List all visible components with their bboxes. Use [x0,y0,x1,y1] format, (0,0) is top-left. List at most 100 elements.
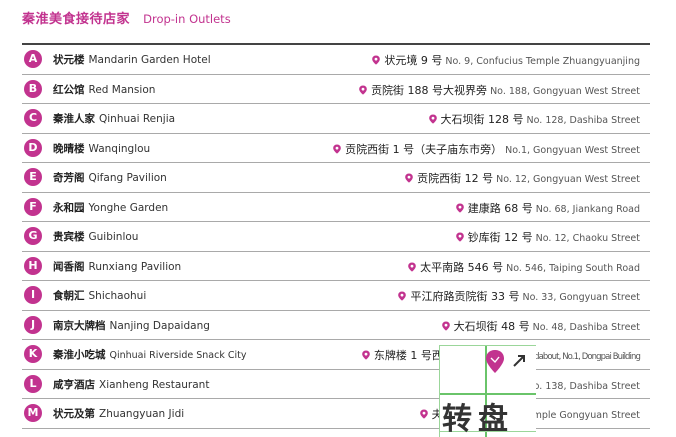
outlet-address: 钞库街 12 号 No. 12, Chaoku Street [455,229,640,245]
address-english: No. 128, Dashiba Street [526,115,640,126]
map-label: 转盘 [442,402,514,436]
outlet-row: G 贵宾楼 Guibinlou 钞库街 12 号 No. 12, Chaoku Stre… [22,222,650,252]
outlet-name-english: Guibinlou [88,231,139,243]
outlet-name-english: Xianheng Restaurant [99,378,210,391]
page-title: 秦淮美食接待店家 Drop-in Outlets [22,8,231,27]
letter-badge: A [24,50,42,68]
address-english: No. 138, Dashiba Street [526,380,640,392]
outlet-row: C 秦淮人家 Qinhuai Renjia 大石坝街 128 号 No. 128, Da… [22,104,650,134]
outlet-name-english: Qinhuai Riverside Snack City [109,350,247,361]
address-english: No. 68, Jiankang Road [535,203,640,215]
location-pin-icon [407,262,417,272]
outlet-address: 状元境 9 号 No. 9, Confucius Temple Zhuangyua… [371,52,640,68]
address-english: No. 546, Taiping South Road [506,262,640,274]
outlet-name-chinese: 咸亨酒店 [53,378,95,391]
map-road-horizontal [440,393,536,395]
outlet-name-chinese: 南京大牌档 [53,319,106,332]
address-english: No. 12, Chaoku Street [535,233,640,244]
outlet-name-english: Yonghe Garden [88,201,169,214]
outlet-name-english: Shichaohui [88,290,147,302]
outlet-row: I 食朝汇 Shichaohui 平江府路贡院街 33 号 No. 33, Gongyu… [22,281,650,311]
address-chinese: 贡院街 188 号大视界旁 [371,83,488,97]
outlet-name-chinese: 秦淮人家 [53,113,95,125]
outlet-name: 状元及第 Zhuangyuan Jidi [53,406,184,421]
outlet-name-english: Mandarin Garden Hotel [88,54,211,66]
address-english: No.1, Gongyuan West Street [505,144,640,156]
outlet-row: M状元及第Zhuangyuan Jidi夫子庙贡院街 97 号mple Gong… [22,399,650,429]
outlet-address: 贡院西街 12 号 No. 12, Gongyuan West Street [404,170,640,186]
outlet-row: F 永和园 Yonghe Garden 建康路 68 号 No. 68, Jiankan… [22,193,650,222]
location-pin-icon [397,291,407,301]
outlet-name-chinese: 奇芳阁 [53,172,85,184]
outlet-name-english: Wanqinglou [88,142,151,155]
address-english: No. 188, Gongyuan West Street [490,85,640,97]
outlet-name-chinese: 永和园 [53,201,85,214]
address-chinese: 钞库街 12 号 [467,231,533,244]
outlet-name: 状元楼 Mandarin Garden Hotel [53,52,211,67]
outlet-row: J 南京大牌档 Nanjing Dapaidang 大石坝街 48 号 No. 48, … [22,311,650,340]
letter-badge: J [24,315,42,334]
outlet-name: 晚晴楼 Wanqinglou [53,141,150,156]
outlet-row: E 奇芳阁 Qifang Pavilion 贡院西街 12 号 No. 12, Gong… [22,163,650,193]
outlet-name: 咸亨酒店 Xianheng Restaurant [53,377,209,392]
outlet-name: 南京大牌档 Nanjing Dapaidang [53,318,210,333]
outlet-name-english: Zhuangyuan Jidi [99,408,185,420]
outlet-address: 平江府路贡院街 33 号 No. 33, Gongyuan Street [397,288,640,304]
letter-badge: G [24,227,42,245]
outlet-row: H 闻香阁 Runxiang Pavilion 太平南路 546 号 No. 546, … [22,252,650,281]
location-pin-icon [441,321,451,331]
outlet-name-english: Qifang Pavilion [88,172,167,184]
outlet-name: 奇芳阁 Qifang Pavilion [53,170,167,185]
outlet-name-chinese: 状元及第 [53,408,95,420]
outlet-list: A 状元楼 Mandarin Garden Hotel 状元境 9 号 No. 9, C… [22,45,650,429]
outlet-name: 永和园 Yonghe Garden [53,200,168,215]
letter-badge: H [24,256,42,275]
outlet-name: 贵宾楼 Guibinlou [53,229,138,244]
outlet-name: 闻香阁 Runxiang Pavilion [53,259,181,274]
letter-badge: I [24,286,42,304]
address-english: No. 9, Confucius Temple Zhuangyuanjing [445,56,640,67]
outlet-row: D 晚晴楼 Wanqinglou 贡院西街 1 号（夫子庙东市旁） No.1, Gong… [22,134,650,163]
address-english: No. 12, Gongyuan West Street [496,174,640,185]
location-pin-icon [428,114,438,124]
map-pin-icon [486,350,504,373]
location-pin-icon [332,144,342,154]
outlet-name-chinese: 闻香阁 [53,260,85,273]
address-english: No. 48, Dashiba Street [532,321,640,333]
address-chinese: 大石坝街 128 号 [440,113,524,126]
outlet-address: 太平南路 546 号 No. 546, Taiping South Road [407,259,640,275]
location-pin-icon [455,232,465,242]
outlet-row: A 状元楼 Mandarin Garden Hotel 状元境 9 号 No. 9, C… [22,45,650,75]
letter-badge: E [24,168,42,186]
address-chinese: 贡院西街 1 号（夫子庙东市旁） [345,142,503,156]
outlet-name-chinese: 晚晴楼 [53,142,85,155]
outlet-name: 食朝汇 Shichaohui [53,288,146,303]
outlet-name-chinese: 食朝汇 [53,290,85,302]
address-chinese: 状元境 9 号 [384,54,443,67]
outlet-row: L咸亨酒店Xianheng Restaurant夫子庙大石No. 138, Da… [22,370,650,399]
outlet-name: 秦淮人家 Qinhuai Renjia [53,111,175,126]
letter-badge: D [24,138,42,157]
outlet-address: 大石坝街 48 号 No. 48, Dashiba Street [441,318,640,334]
address-english: mple Gongyuan Street [532,410,640,421]
map-overlay-fragment: 转盘 [439,345,536,437]
letter-badge: M [24,404,42,422]
letter-badge: C [24,109,42,127]
letter-badge: B [24,79,42,98]
outlet-name-english: Runxiang Pavilion [88,260,182,273]
outlet-address: 建康路 68 号 No. 68, Jiankang Road [455,200,640,216]
address-chinese: 大石坝街 48 号 [453,319,530,333]
location-pin-icon [404,173,414,183]
title-english: Drop-in Outlets [143,12,231,26]
outlet-name: 红公馆 Red Mansion [53,82,155,97]
outlet-name-chinese: 贵宾楼 [53,231,85,243]
outlet-name-english: Nanjing Dapaidang [109,319,210,332]
address-chinese: 平江府路贡院街 33 号 [410,290,520,303]
outlet-name-chinese: 秦淮小吃城 [53,349,106,361]
outlet-name-english: Qinhuai Renjia [99,113,176,125]
outlet-name-chinese: 红公馆 [53,83,85,96]
title-chinese: 秦淮美食接待店家 [22,12,131,27]
location-pin-icon [371,55,381,65]
outlet-name: 秦淮小吃城 Qinhuai Riverside Snack City [53,347,247,362]
outlet-name-chinese: 状元楼 [53,54,85,66]
